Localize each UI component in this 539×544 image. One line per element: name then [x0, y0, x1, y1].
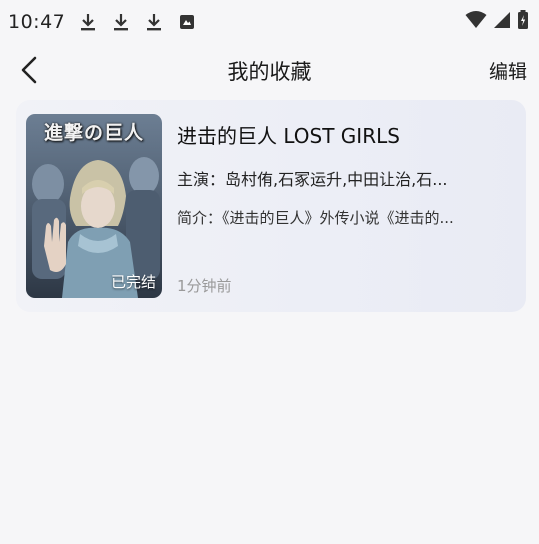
- status-badge: 已完结: [110, 273, 156, 291]
- edit-button[interactable]: 编辑: [489, 57, 527, 84]
- download-icon: [145, 11, 163, 33]
- item-title[interactable]: 进击的巨人 LOST GIRLS: [177, 120, 400, 149]
- page-title: 我的收藏: [227, 60, 312, 84]
- item-intro: 简介：《进击的巨人》外传小说《进击的...: [177, 209, 454, 227]
- download-icon: [112, 11, 130, 33]
- status-bar: 10:47: [0, 0, 539, 44]
- nav-bar: 我的收藏 编辑: [0, 48, 539, 92]
- download-icon: [79, 11, 97, 33]
- cover-logo: 進撃の巨人: [43, 122, 144, 144]
- status-time: 10:47: [8, 11, 66, 33]
- favorite-item-card[interactable]: 進撃の巨人 已完结 进击的巨人 LOST GIRLS 主演：岛村侑,石冢运升,中…: [16, 100, 526, 312]
- cover-image[interactable]: 進撃の巨人 已完结: [26, 114, 162, 298]
- item-actors: 主演：岛村侑,石冢运升,中田让治,石...: [177, 170, 448, 189]
- item-time-ago: 1分钟前: [177, 277, 232, 295]
- wifi-icon: [465, 11, 487, 33]
- notification-box-icon: [178, 11, 196, 33]
- signal-icon: [493, 11, 511, 33]
- battery-icon: [517, 10, 529, 34]
- status-right-icons: [465, 10, 529, 34]
